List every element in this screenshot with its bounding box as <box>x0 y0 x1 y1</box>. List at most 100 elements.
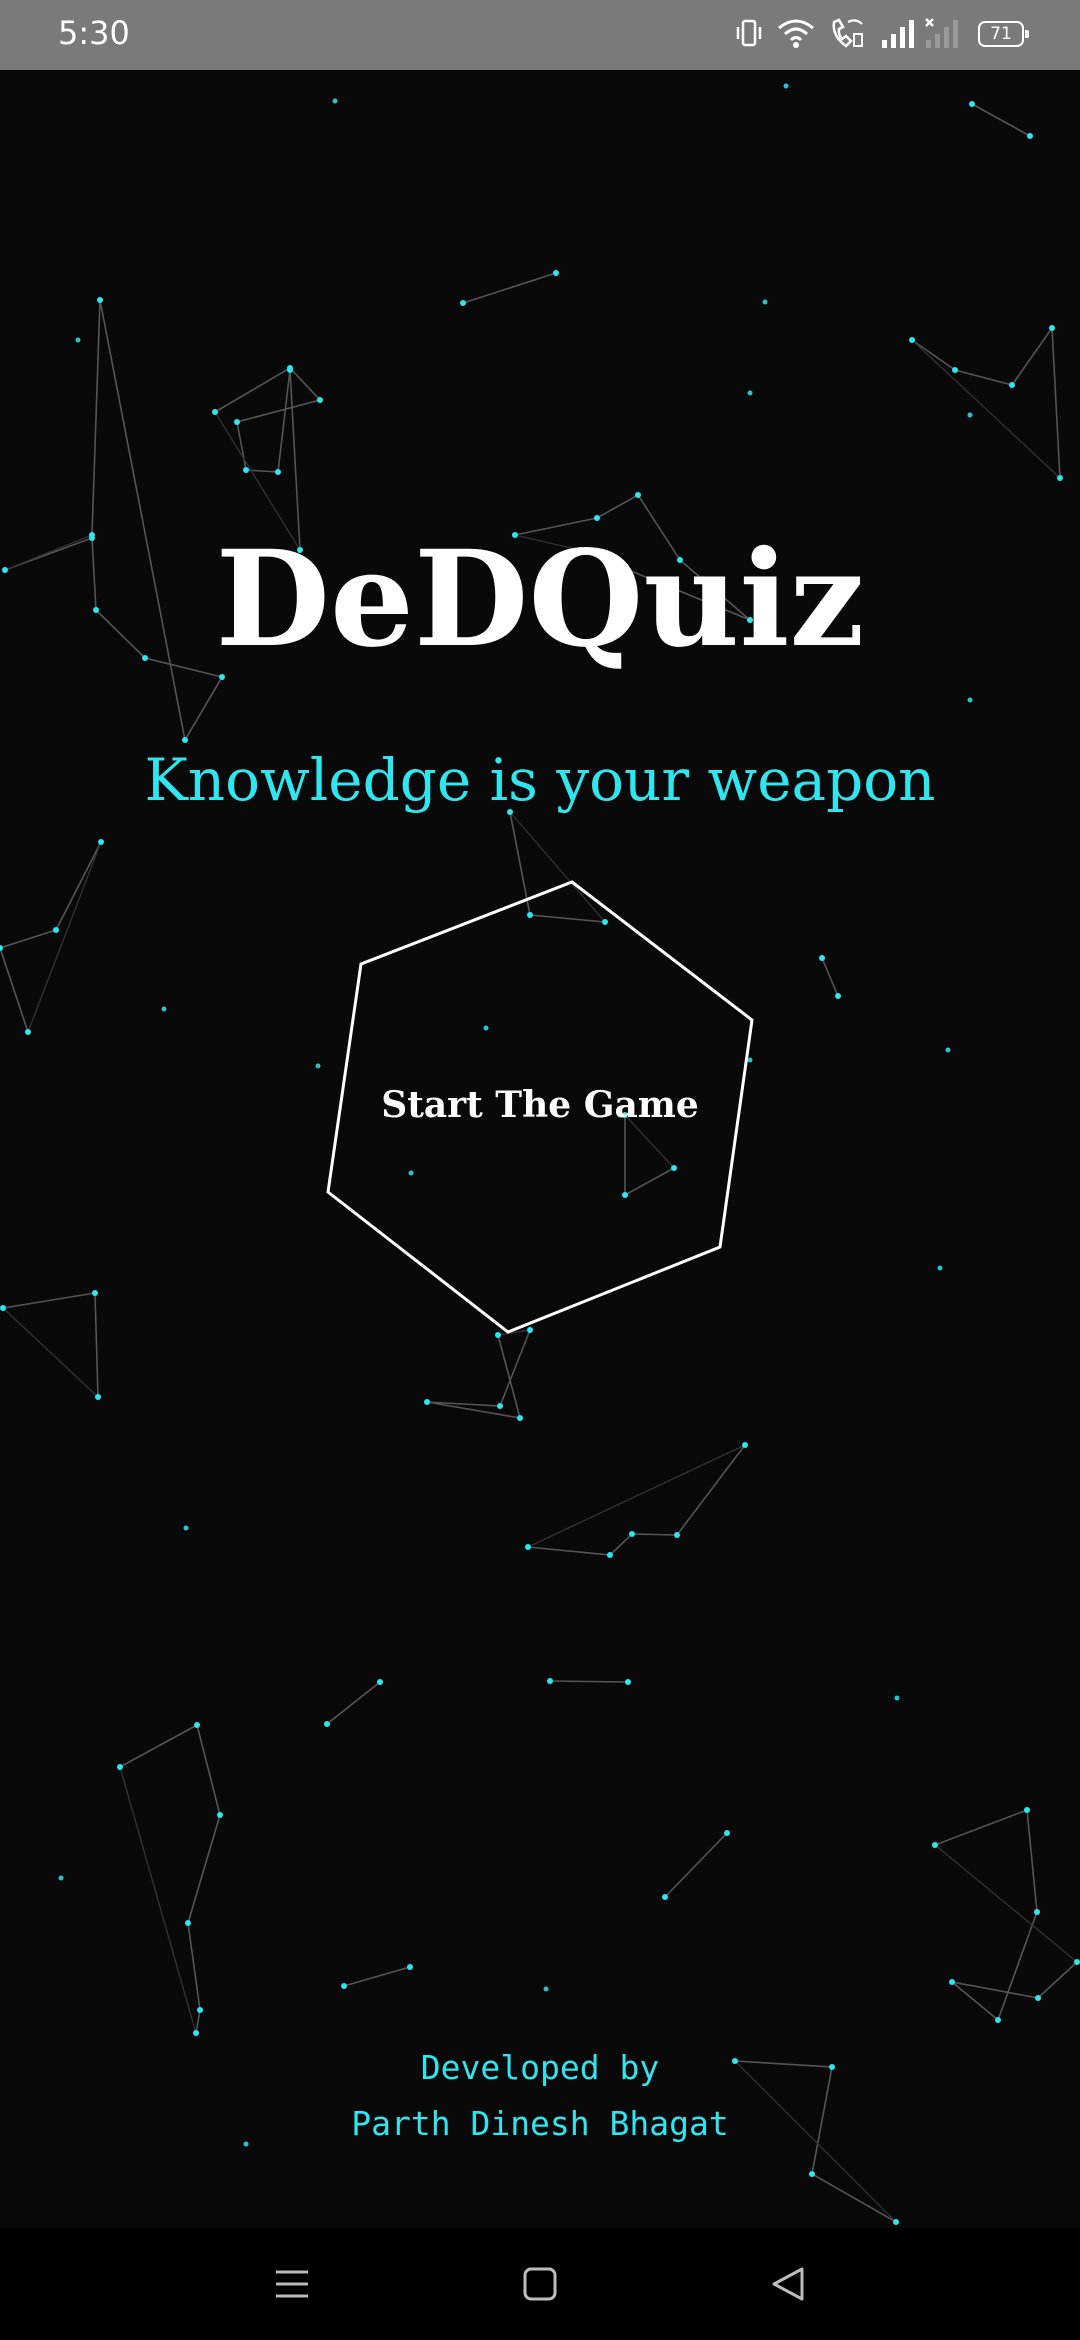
recents-menu-icon[interactable] <box>266 2258 318 2310</box>
particle-dot <box>742 1442 748 1448</box>
particle-dot <box>275 469 281 475</box>
particle-dot <box>967 412 973 418</box>
particle-dot <box>747 390 753 396</box>
particle-dot <box>629 1531 635 1537</box>
particle-link <box>343 1966 411 1987</box>
particle-dot <box>894 1695 900 1701</box>
particle-link <box>911 339 1061 479</box>
particle-dot <box>724 1830 730 1836</box>
particle-dot <box>97 297 103 303</box>
particle-dot <box>341 1983 347 1989</box>
particle-dot <box>547 1678 553 1684</box>
particle-link <box>119 1723 221 2034</box>
particle-dot <box>377 1679 383 1685</box>
back-triangle-icon[interactable] <box>762 2258 814 2310</box>
particle-dot <box>497 1403 503 1409</box>
particle-link <box>2 1307 99 1398</box>
home-square-icon[interactable] <box>514 2258 566 2310</box>
particle-dot <box>75 337 81 343</box>
particle-dot <box>424 1399 430 1405</box>
particle-dot <box>949 1979 955 1985</box>
particle-link <box>0 841 102 1033</box>
signal-icon <box>882 20 914 48</box>
wifi-icon <box>778 19 814 48</box>
status-bar: 5:30 71 <box>0 0 1080 70</box>
start-game-button[interactable]: Start The Game <box>320 870 760 1340</box>
start-game-label: Start The Game <box>381 1084 699 1126</box>
particle-link <box>27 841 102 1033</box>
particle-dot <box>517 1415 523 1421</box>
particle-dot <box>952 367 958 373</box>
particle-link <box>119 1766 197 2034</box>
particle-dot <box>0 1305 6 1311</box>
particle-dot <box>809 2171 815 2177</box>
particle-dot <box>909 337 915 343</box>
status-time: 5:30 <box>58 14 130 52</box>
particle-dot <box>674 1532 680 1538</box>
particle-dot <box>212 409 218 415</box>
particle-dot <box>332 98 338 104</box>
particle-dot <box>234 419 240 425</box>
particle-link <box>549 1680 629 1683</box>
particle-dot <box>1049 325 1055 331</box>
particle-dot <box>1074 1959 1080 1965</box>
particle-dot <box>932 1842 938 1848</box>
particle-dot <box>183 1525 189 1531</box>
particle-link <box>821 957 839 997</box>
particle-dot <box>995 2017 1001 2023</box>
particle-dot <box>607 1552 613 1558</box>
particle-dot <box>525 1544 531 1550</box>
battery-icon: 71 <box>978 21 1029 47</box>
particle-link <box>326 1681 381 1725</box>
particle-dot <box>98 839 104 845</box>
particle-link <box>527 1444 746 1556</box>
particle-link <box>426 1329 531 1419</box>
tagline: Knowledge is your weapon <box>144 746 936 814</box>
particle-dot <box>553 270 559 276</box>
particle-dot <box>1024 1807 1030 1813</box>
particle-link <box>2 1292 99 1398</box>
particle-dot <box>243 467 249 473</box>
status-icons: 71 <box>734 16 1029 54</box>
vibrate-icon <box>736 19 762 47</box>
particle-dot <box>161 1006 167 1012</box>
particle-dot <box>543 1986 549 1992</box>
particle-dot <box>762 299 768 305</box>
particle-link <box>934 1844 1078 1963</box>
particle-dot <box>1027 133 1033 139</box>
particle-dot <box>783 83 789 89</box>
credits-developed-by: Developed by <box>420 2048 660 2087</box>
particle-link <box>934 1808 1078 2022</box>
particle-dot <box>185 1920 191 1926</box>
particle-dot <box>835 993 841 999</box>
particle-dot <box>194 1722 200 1728</box>
particle-dot <box>967 697 973 703</box>
particle-dot <box>937 1265 943 1271</box>
particle-dot <box>625 1679 631 1685</box>
particle-dot <box>95 1394 101 1400</box>
particle-dot <box>1057 475 1063 481</box>
particle-dot <box>0 945 3 951</box>
app-title: DeDQuiz <box>215 522 865 677</box>
particle-link <box>971 103 1031 137</box>
particle-dot <box>635 492 641 498</box>
particle-link <box>664 1832 728 1898</box>
particle-dot <box>217 1812 223 1818</box>
particle-link <box>462 272 557 304</box>
particle-dot <box>197 2007 203 2013</box>
particle-dot <box>25 1029 31 1035</box>
credits-developer-name: Parth Dinesh Bhagat <box>351 2104 729 2143</box>
particle-dot <box>324 1721 330 1727</box>
signal-no-service-icon <box>925 18 958 48</box>
particle-dot <box>969 101 975 107</box>
wifi-call-icon <box>832 18 863 48</box>
particle-dot <box>1034 1909 1040 1915</box>
particle-dot <box>945 1047 951 1053</box>
particle-dot <box>193 2030 199 2036</box>
particle-dot <box>1035 1995 1041 2001</box>
particle-dot <box>58 1875 64 1881</box>
particle-link <box>911 325 1061 479</box>
particle-dot <box>893 2219 899 2225</box>
particle-dot <box>819 955 825 961</box>
particle-dot <box>287 367 293 373</box>
